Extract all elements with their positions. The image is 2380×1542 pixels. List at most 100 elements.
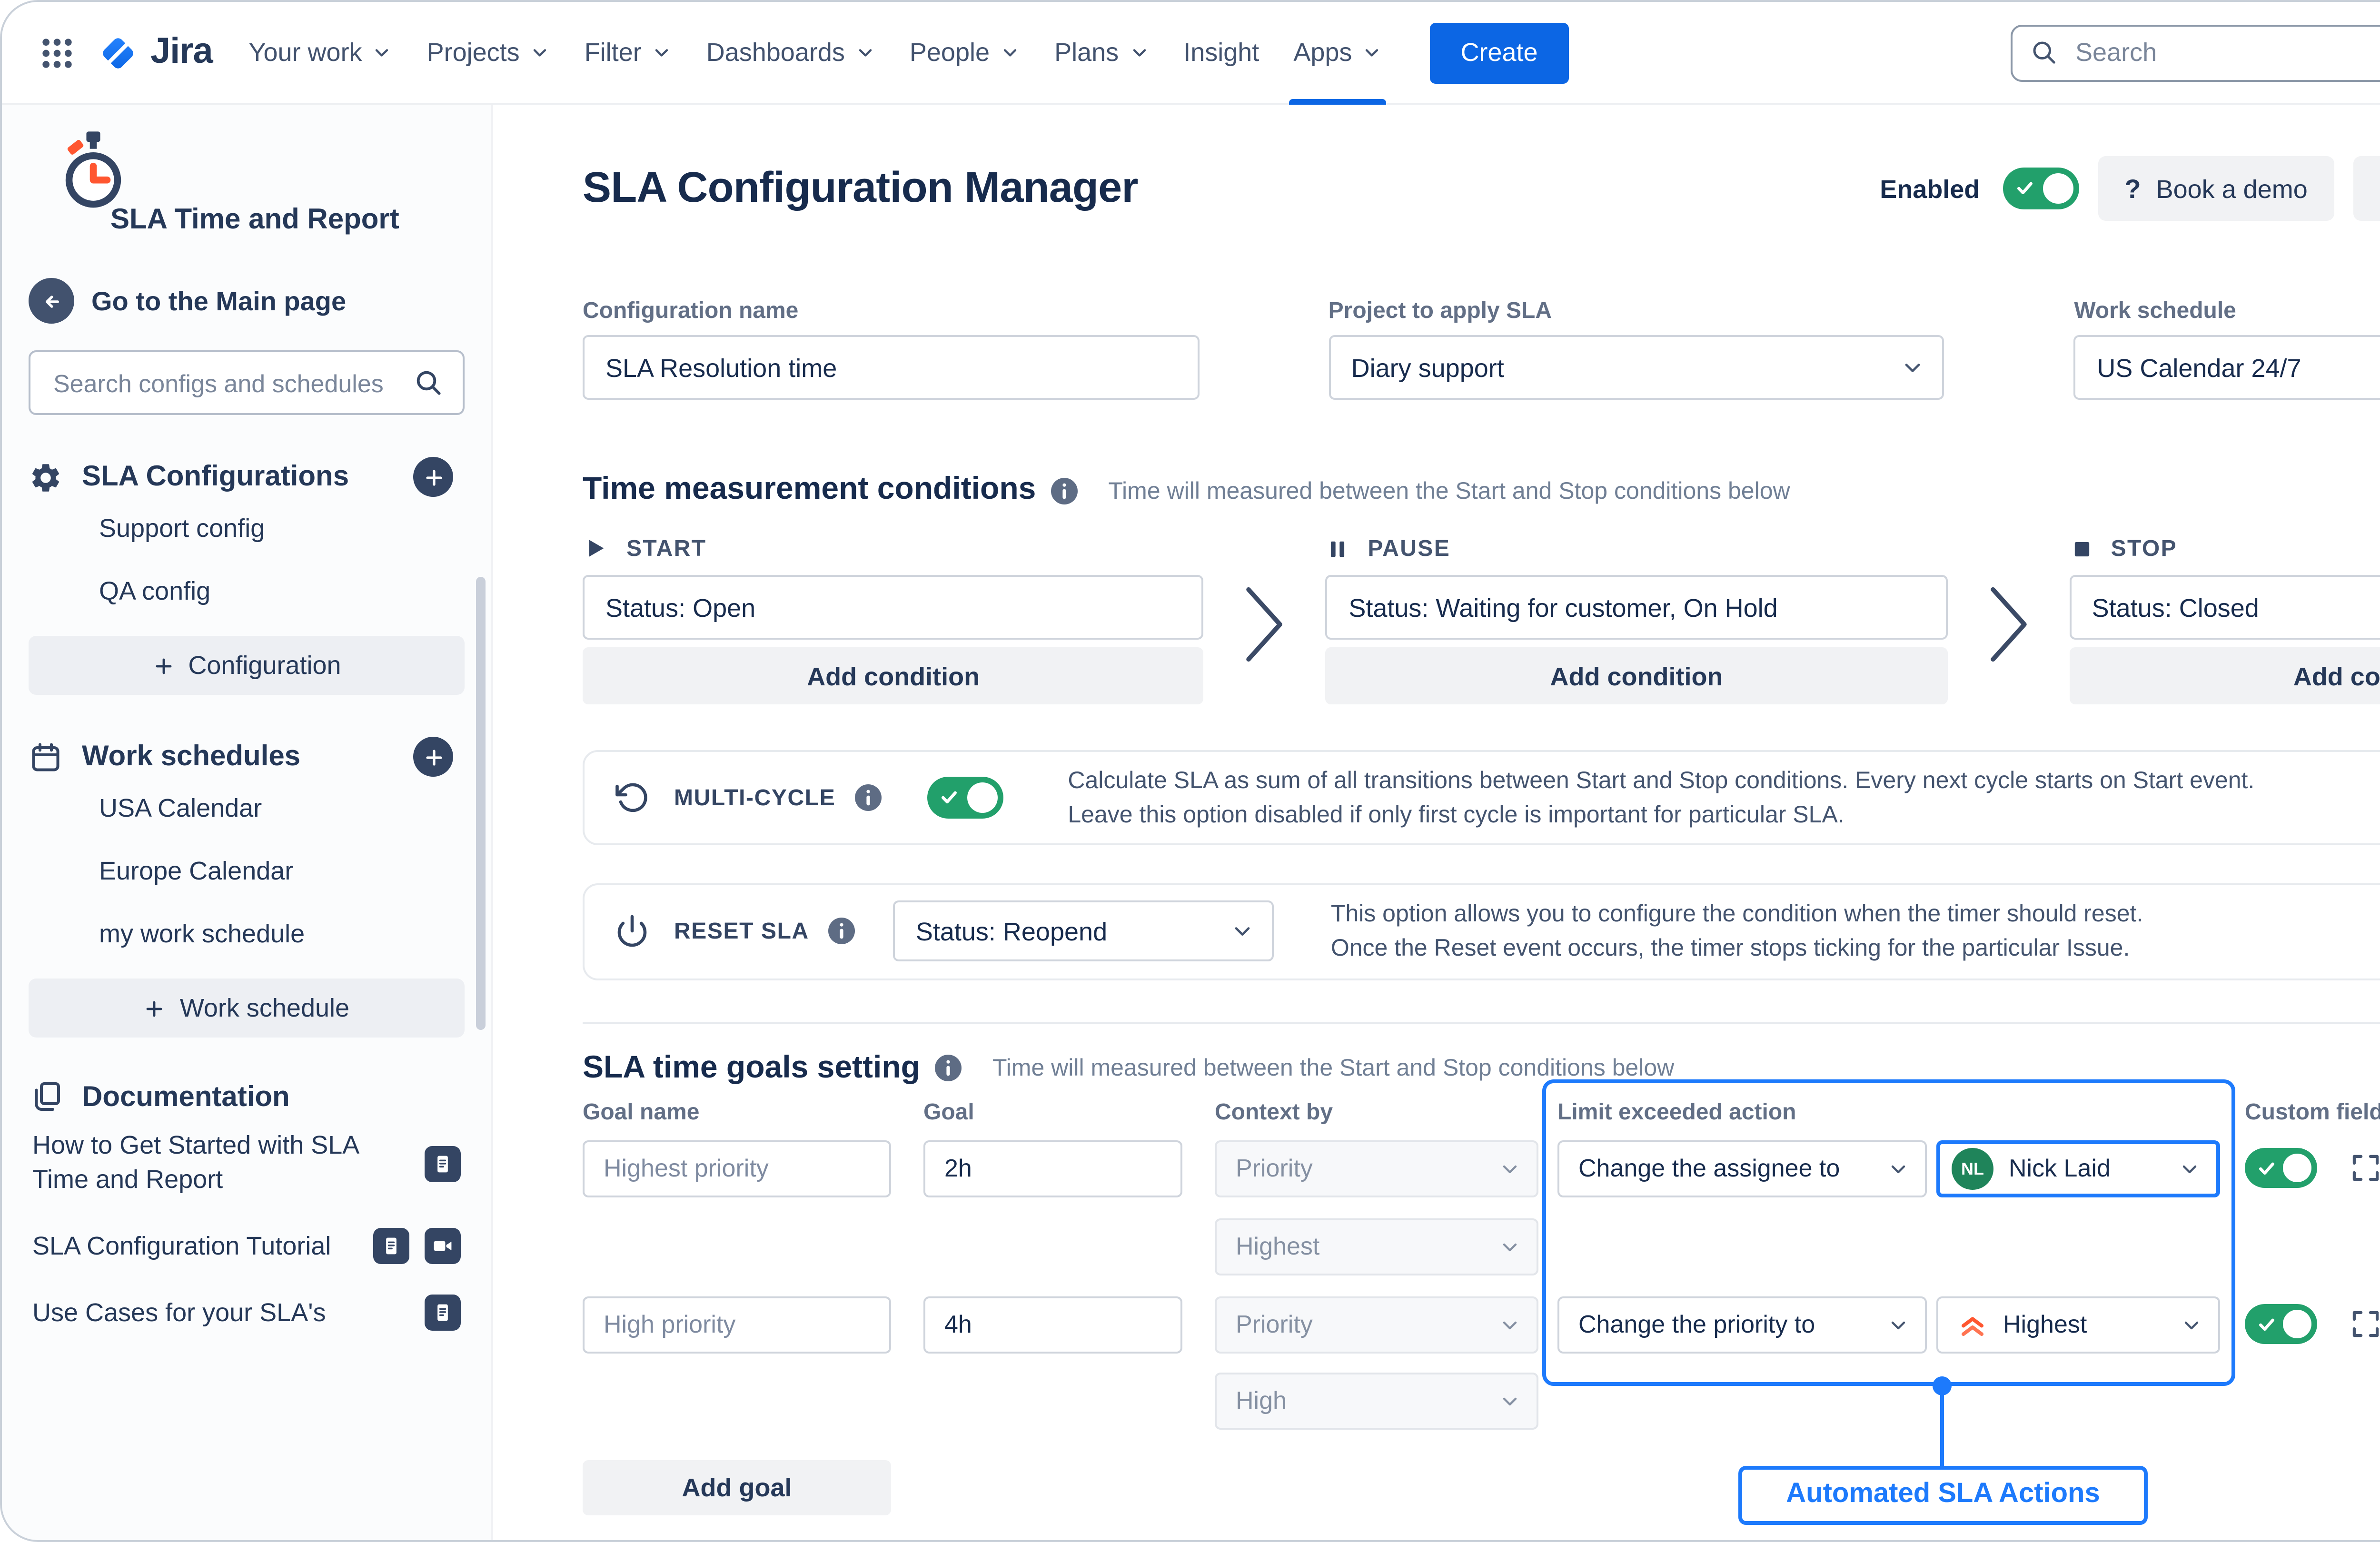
time-measurement-title: Time measurement conditions (583, 472, 1036, 508)
sidebar-search[interactable] (29, 350, 465, 415)
context-field-select-row1[interactable]: Priority (1215, 1139, 1538, 1196)
doc-item-use-cases[interactable]: Use Cases for your SLA's (29, 1280, 465, 1347)
assignee-select-row1[interactable]: NL Nick Laid (1936, 1139, 2220, 1196)
global-search-input[interactable] (2072, 36, 2380, 69)
enabled-toggle[interactable] (2003, 168, 2079, 209)
goals-title: SLA time goals setting (583, 1050, 920, 1086)
chevron-down-icon (1498, 1156, 1521, 1179)
documentation-title: Documentation (82, 1080, 453, 1113)
nav-dashboards[interactable]: Dashboards (689, 1, 892, 104)
stop-condition-column: STOP Status: Closed Add condition (2069, 531, 2380, 704)
limit-action-value: Change the assignee to (1578, 1154, 1840, 1182)
context-value-select-row2[interactable]: High (1215, 1372, 1538, 1429)
stop-condition-value[interactable]: Status: Closed (2069, 575, 2380, 640)
new-work-schedule-label: Work schedule (180, 994, 349, 1022)
pause-condition-value[interactable]: Status: Waiting for customer, On Hold (1326, 575, 1947, 640)
configuration-name-input[interactable] (583, 335, 1199, 400)
context-value-select-row1[interactable]: Highest (1215, 1217, 1538, 1275)
nav-your-work[interactable]: Your work (231, 1, 409, 104)
work-schedule-value: US Calendar 24/7 (2097, 353, 2301, 382)
nav-label: People (910, 38, 990, 67)
limit-action-select-row2[interactable]: Change the priority to (1557, 1295, 1927, 1353)
goal-name-input-row2[interactable] (583, 1295, 891, 1353)
sidebar-item-europe-calendar[interactable]: Europe Calendar (29, 840, 465, 902)
nav-projects[interactable]: Projects (410, 1, 567, 104)
nav-filter[interactable]: Filter (567, 1, 689, 104)
work-schedule-select[interactable]: US Calendar 24/7 (2074, 335, 2380, 400)
context-by-header: Context by (1215, 1097, 1333, 1124)
expand-button-row2[interactable] (2346, 1305, 2380, 1343)
doc-item-tutorial[interactable]: SLA Configuration Tutorial (29, 1214, 465, 1280)
context-field-select-row2[interactable]: Priority (1215, 1295, 1538, 1353)
doc-item-get-started[interactable]: How to Get Started with SLA Time and Rep… (29, 1114, 465, 1214)
app-grid-icon (38, 33, 76, 71)
search-icon (2030, 38, 2058, 67)
goal-name-input[interactable] (604, 1310, 870, 1338)
work-schedules-title: Work schedules (82, 741, 394, 773)
back-link-label: Go to the Main page (91, 286, 346, 316)
sidebar-scrollbar[interactable] (476, 577, 486, 1030)
goal-name-input-row1[interactable] (583, 1139, 891, 1196)
add-work-schedule-button[interactable] (413, 737, 453, 777)
window-frame: Jira Your work Projects Filter Dashboard… (0, 0, 2380, 1542)
project-select[interactable]: Diary support (1329, 335, 1945, 400)
app-switcher-button[interactable] (29, 24, 86, 81)
chevron-down-icon (651, 42, 672, 63)
limit-action-select-row1[interactable]: Change the assignee to (1557, 1139, 1927, 1196)
nav-insight[interactable]: Insight (1166, 1, 1276, 104)
expand-button-row1[interactable] (2346, 1149, 2380, 1187)
setup-wizard-button[interactable]: Setup Wizard (2353, 156, 2380, 221)
chevron-down-icon (1361, 42, 1382, 63)
plus-icon (422, 465, 445, 488)
sidebar-item-qa-config[interactable]: QA config (29, 560, 465, 623)
stop-add-condition-button[interactable]: Add condition (2069, 647, 2380, 704)
sidebar-search-input[interactable] (50, 366, 398, 399)
global-search[interactable] (2011, 24, 2380, 81)
configuration-name-label: Configuration name (583, 297, 1199, 324)
nav-label: Apps (1293, 38, 1352, 67)
article-badge-icon (425, 1146, 461, 1182)
doc-item-label: Use Cases for your SLA's (32, 1296, 409, 1331)
sidebar-item-usa-calendar[interactable]: USA Calendar (29, 777, 465, 840)
multi-cycle-toggle[interactable] (927, 777, 1003, 819)
enabled-label: Enabled (1880, 174, 1980, 203)
goal-value-input-row1[interactable] (923, 1139, 1182, 1196)
back-to-main-link[interactable]: Go to the Main page (29, 278, 465, 324)
add-goal-button[interactable]: Add goal (583, 1459, 891, 1514)
new-work-schedule-button[interactable]: Work schedule (29, 979, 465, 1038)
nav-plans[interactable]: Plans (1037, 1, 1166, 104)
goal-value-input[interactable] (944, 1154, 1161, 1182)
context-value: Highest (1236, 1232, 1319, 1260)
stop-icon (2069, 536, 2094, 561)
condition-separator (1947, 531, 2069, 668)
nav-people[interactable]: People (892, 1, 1037, 104)
reset-condition-select[interactable]: Status: Reopend (893, 901, 1274, 962)
multi-cycle-desc-line2: Leave this option disabled if only first… (1068, 798, 2254, 833)
pause-add-condition-button[interactable]: Add condition (1326, 647, 1947, 704)
chevron-right-icon (1987, 581, 2029, 668)
info-icon[interactable] (854, 785, 881, 811)
sidebar-item-support-config[interactable]: Support config (29, 497, 465, 560)
book-a-demo-button[interactable]: ? Book a demo (2098, 156, 2334, 221)
goal-value-input[interactable] (944, 1310, 1161, 1338)
priority-select-row2[interactable]: Highest (1936, 1295, 2220, 1353)
new-configuration-button[interactable]: Configuration (29, 636, 465, 695)
custom-field-toggle-row2[interactable] (2245, 1303, 2317, 1343)
info-icon[interactable] (1051, 477, 1078, 504)
start-add-condition-button[interactable]: Add condition (583, 647, 1204, 704)
create-button[interactable]: Create (1430, 22, 1568, 83)
start-condition-value[interactable]: Status: Open (583, 575, 1204, 640)
jira-logo[interactable]: Jira (97, 31, 212, 73)
info-icon[interactable] (935, 1055, 962, 1081)
power-icon (615, 915, 649, 949)
check-icon (940, 791, 957, 806)
pause-label: PAUSE (1368, 535, 1450, 562)
goal-value-input-row2[interactable] (923, 1295, 1182, 1353)
custom-field-toggle-row1[interactable] (2245, 1147, 2317, 1187)
add-configuration-button[interactable] (413, 457, 453, 497)
sidebar-item-my-work-schedule[interactable]: my work schedule (29, 902, 465, 965)
nav-apps[interactable]: Apps (1276, 1, 1399, 104)
info-icon[interactable] (828, 919, 855, 945)
multi-cycle-desc-line1: Calculate SLA as sum of all transitions … (1068, 763, 2254, 798)
goal-name-input[interactable] (604, 1154, 870, 1182)
